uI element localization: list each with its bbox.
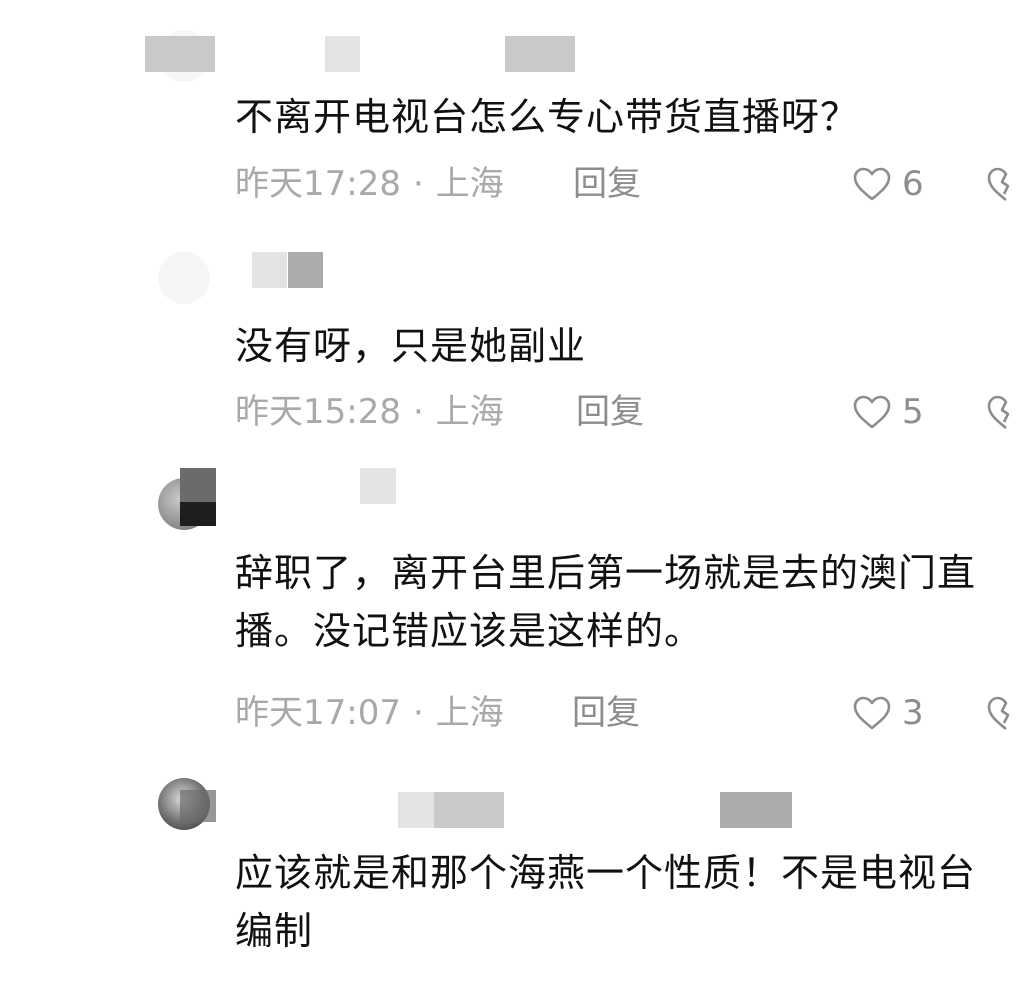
comment-meta: 昨天17:07 · 上海 xyxy=(235,691,504,735)
comment-item: 辞职了，离开台里后第一场就是去的澳门直播。没记错应该是这样的。 昨天17:07 ·… xyxy=(0,460,1016,760)
comment-item: 应该就是和那个海燕一个性质！不是电视台编制 xyxy=(0,760,1016,981)
like-button[interactable]: 5 xyxy=(852,390,924,434)
like-button[interactable]: 6 xyxy=(852,162,924,206)
comment-location: 上海 xyxy=(435,392,504,432)
comment-author[interactable] xyxy=(235,250,595,290)
heart-outline-icon xyxy=(852,166,892,202)
heart-outline-icon xyxy=(852,394,892,430)
avatar[interactable] xyxy=(158,252,210,304)
comment-time: 昨天15:28 xyxy=(235,392,401,432)
comment-item: 不离开电视台怎么专心带货直播呀？ 昨天17:28 · 上海 回复 6 xyxy=(0,0,1016,230)
broken-heart-icon xyxy=(986,392,1016,432)
comment-author[interactable] xyxy=(235,488,595,528)
comment-meta: 昨天17:28 · 上海 xyxy=(235,162,504,206)
comment-time: 昨天17:07 xyxy=(235,693,401,733)
comment-location: 上海 xyxy=(435,164,504,204)
dislike-button[interactable] xyxy=(986,164,1016,204)
comment-text: 应该就是和那个海燕一个性质！不是电视台编制 xyxy=(235,851,977,953)
like-count: 5 xyxy=(902,392,924,432)
comment-author[interactable] xyxy=(235,34,595,74)
meta-separator: · xyxy=(412,392,424,432)
meta-separator: · xyxy=(412,164,424,204)
comment-author[interactable] xyxy=(235,794,595,834)
comment-item: 没有呀，只是她副业 昨天15:28 · 上海 回复 5 xyxy=(0,230,1016,460)
meta-separator: · xyxy=(412,693,424,733)
comment-text: 没有呀，只是她副业 xyxy=(235,324,587,368)
reply-button[interactable]: 回复 xyxy=(573,162,641,206)
broken-heart-icon xyxy=(986,164,1016,204)
heart-outline-icon xyxy=(852,695,892,731)
comment-text: 不离开电视台怎么专心带货直播呀？ xyxy=(235,95,860,139)
username-mosaic xyxy=(180,790,216,822)
username-mosaic xyxy=(720,792,792,828)
like-button[interactable]: 3 xyxy=(852,691,924,735)
username-mosaic xyxy=(180,468,216,502)
like-count: 3 xyxy=(902,693,924,733)
reply-button[interactable]: 回复 xyxy=(572,691,640,735)
broken-heart-icon xyxy=(986,693,1016,733)
comment-location: 上海 xyxy=(435,693,504,733)
dislike-button[interactable] xyxy=(986,392,1016,432)
comment-thread: 不离开电视台怎么专心带货直播呀？ 昨天17:28 · 上海 回复 6 没有呀，只是她… xyxy=(0,0,1016,981)
dislike-button[interactable] xyxy=(986,693,1016,733)
username-mosaic xyxy=(145,36,215,72)
comment-text: 辞职了，离开台里后第一场就是去的澳门直播。没记错应该是这样的。 xyxy=(235,551,977,653)
comment-meta: 昨天15:28 · 上海 xyxy=(235,390,504,434)
comment-time: 昨天17:28 xyxy=(235,164,401,204)
like-count: 6 xyxy=(902,164,924,204)
username-mosaic xyxy=(180,502,216,526)
reply-button[interactable]: 回复 xyxy=(576,390,644,434)
